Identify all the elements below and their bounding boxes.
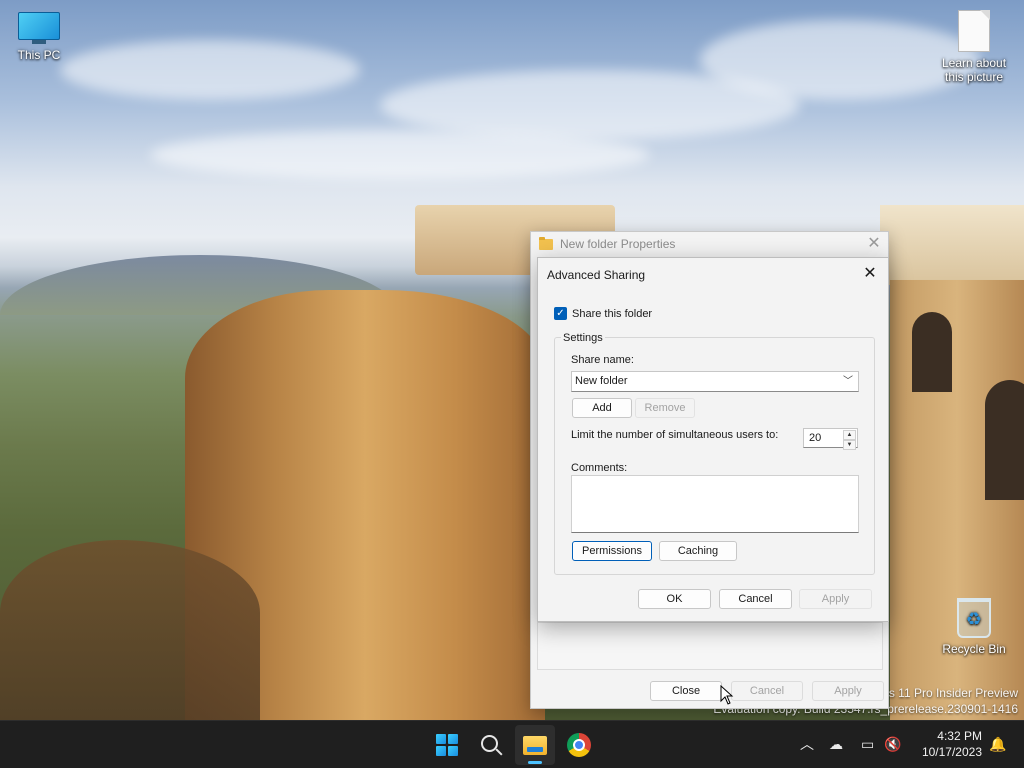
search-icon (481, 735, 498, 752)
ok-button[interactable]: OK (638, 589, 711, 609)
active-indicator (528, 761, 542, 764)
wallpaper-cloud (150, 130, 650, 180)
settings-legend: Settings (561, 332, 605, 344)
properties-close-button[interactable]: ✕ (864, 234, 884, 254)
wallpaper-bridge-arch (985, 380, 1024, 500)
properties-title-bar: New folder Properties (531, 232, 888, 256)
folder-icon (539, 236, 553, 250)
desktop-icon-this-pc[interactable]: This PC (3, 12, 75, 62)
chrome-icon (567, 733, 591, 757)
cancel-button[interactable]: Cancel (719, 589, 792, 609)
share-name-combobox[interactable]: New folder ﹀ (571, 371, 859, 392)
mouse-cursor-icon (720, 685, 734, 705)
desktop-icon-label: Learn about this picture (941, 56, 1007, 84)
file-explorer-icon (523, 735, 547, 755)
spin-down-icon[interactable]: ▼ (843, 440, 856, 450)
file-explorer-taskbar-button[interactable] (515, 725, 555, 765)
comments-textarea[interactable] (571, 475, 859, 533)
desktop-icon-learn-about-this-picture[interactable]: Learn about this picture (938, 10, 1010, 84)
properties-close-footer-button[interactable]: Close (650, 681, 722, 701)
windows-logo-icon (436, 734, 458, 756)
user-limit-value: 20 (809, 432, 822, 444)
desktop-icon-label: Recycle Bin (942, 642, 1006, 656)
document-icon (958, 10, 990, 52)
network-icon[interactable]: ▭ (861, 735, 874, 755)
share-name-label: Share name: (571, 354, 634, 366)
share-name-value: New folder (575, 375, 628, 387)
clock-time: 4:32 PM (937, 729, 982, 743)
wallpaper-cloud (60, 40, 360, 100)
user-limit-label: Limit the number of simultaneous users t… (571, 429, 779, 441)
properties-tab-panel (537, 622, 883, 670)
advanced-sharing-close-button[interactable]: ✕ (860, 264, 880, 284)
chevron-up-icon[interactable]: ︿ (800, 735, 814, 755)
comments-label: Comments: (571, 462, 628, 474)
user-limit-spinner[interactable]: 20 ▲ ▼ (803, 428, 858, 450)
watermark-line-1: ws 11 Pro Insider Preview (880, 686, 1018, 700)
apply-button[interactable]: Apply (799, 589, 872, 609)
search-button[interactable] (471, 725, 511, 765)
start-button[interactable] (427, 725, 467, 765)
recycle-bin-icon: ♻ (957, 598, 991, 638)
spin-up-icon[interactable]: ▲ (843, 430, 856, 440)
permissions-button[interactable]: Permissions (572, 541, 652, 561)
properties-cancel-button[interactable]: Cancel (731, 681, 803, 701)
add-button[interactable]: Add (572, 398, 632, 418)
chevron-down-icon: ﹀ (843, 376, 853, 387)
checkmark-icon: ✓ (554, 307, 567, 320)
wallpaper-bridge-arch (912, 312, 952, 392)
onedrive-icon[interactable]: ☁ (829, 735, 843, 755)
wallpaper-town (880, 205, 1024, 285)
system-clock[interactable]: 4:32 PM 10/17/2023 (912, 728, 982, 760)
desktop-icon-label: This PC (17, 48, 61, 62)
advanced-sharing-title: Advanced Sharing (547, 268, 646, 282)
share-this-folder-checkbox[interactable]: ✓ Share this folder (554, 307, 652, 320)
notification-icon[interactable]: 🔔 (989, 735, 1006, 755)
chrome-taskbar-button[interactable] (559, 725, 599, 765)
properties-title: New folder Properties (560, 237, 676, 251)
monitor-icon (18, 12, 60, 44)
wallpaper-cliff-base (0, 540, 260, 720)
advanced-sharing-dialog: Advanced Sharing ✕ ✓ Share this folder S… (537, 257, 889, 622)
properties-apply-button[interactable]: Apply (812, 681, 884, 701)
volume-muted-icon[interactable]: 🔇 (884, 735, 901, 755)
share-this-folder-label: Share this folder (572, 307, 653, 320)
caching-button[interactable]: Caching (659, 541, 737, 561)
taskbar: ︿ ☁ ▭ 🔇 4:32 PM 10/17/2023 🔔 (0, 720, 1024, 768)
remove-button[interactable]: Remove (635, 398, 695, 418)
desktop-icon-recycle-bin[interactable]: ♻ Recycle Bin (938, 598, 1010, 656)
clock-date: 10/17/2023 (921, 745, 982, 759)
